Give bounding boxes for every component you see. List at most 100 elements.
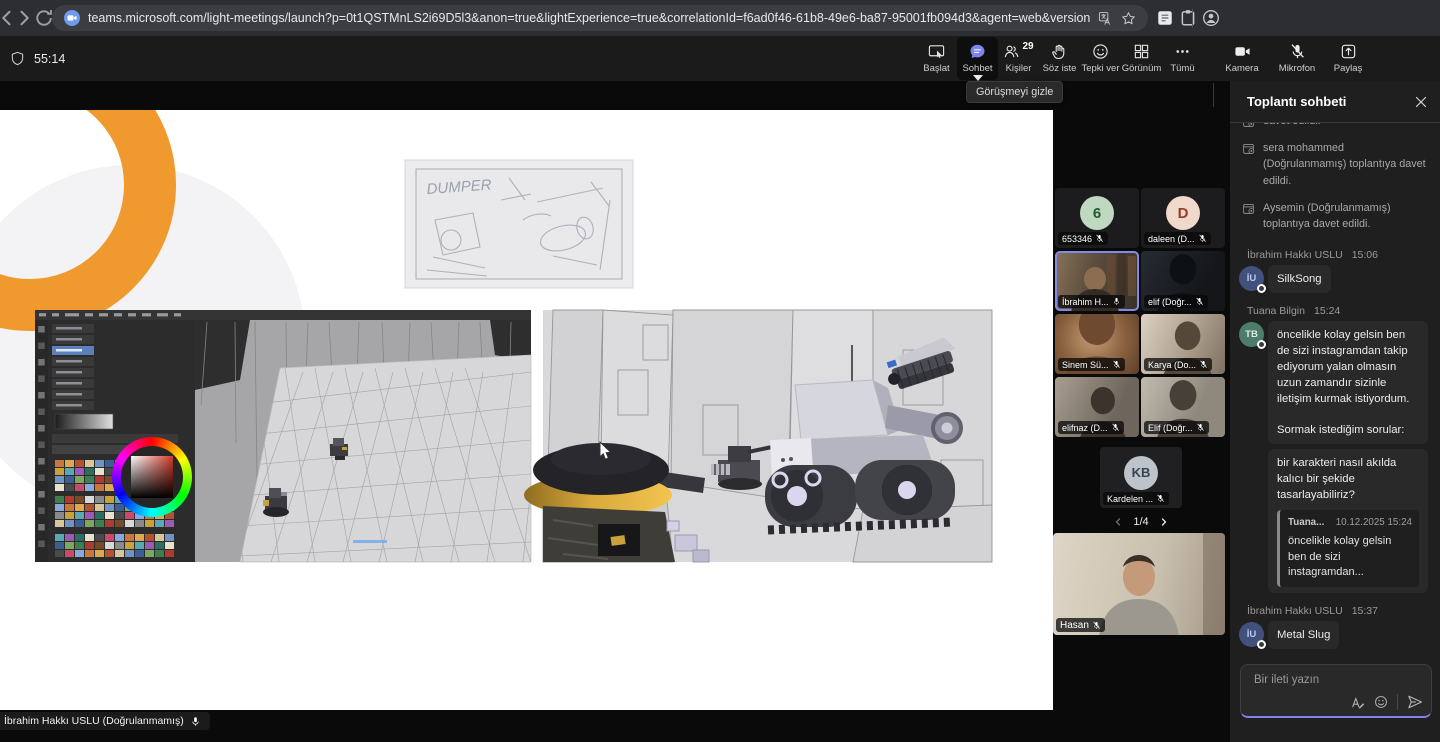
presenter-name-pill: İbrahim Hakkı USLU (Doğrulanmamış) [0,712,210,730]
people-icon [1003,43,1020,60]
mic-muted-icon [1289,43,1306,60]
participant-tile[interactable]: Elif (Doğr... [1141,377,1225,437]
calendar-add-icon [1242,123,1255,128]
chat-message-row: İU Metal Slug [1230,621,1440,649]
chrome-divider [1192,9,1193,27]
mic-on-icon [190,716,201,727]
raised-hand-icon [1051,43,1068,60]
sketch-panel: DUMPER [405,160,633,288]
more-button[interactable]: Tümü [1162,37,1203,80]
paint-app-screenshot [35,310,543,562]
send-icon[interactable] [1407,694,1423,710]
browser-toolbar: teams.microsoft.com/light-meetings/launc… [0,0,1440,36]
system-message: Aysemin (Doğrulanmamış) toplantıya davet… [1230,194,1440,237]
chat-bubble-icon [969,43,986,60]
address-bar[interactable]: teams.microsoft.com/light-meetings/launc… [52,5,1148,31]
message-bubble: bir karakteri nasıl akılda kalıcı bir şe… [1268,449,1428,592]
mic-muted-icon [1198,234,1207,243]
camera-icon [1234,43,1251,60]
participant-tile[interactable]: KB Kardelen ... [1100,447,1182,508]
teams-favicon-icon [64,10,80,26]
browser-forward-icon[interactable] [14,8,34,28]
render-screenshot [524,310,992,562]
present-icon [928,43,945,60]
url-text[interactable]: teams.microsoft.com/light-meetings/launc… [88,11,1090,25]
timer-text: 55:14 [34,52,65,66]
extension-clipboard-icon[interactable] [1179,9,1197,27]
extension-card-icon[interactable] [1156,9,1174,27]
mic-on-icon [1112,297,1121,306]
participant-tile[interactable]: elif (Doğr... [1141,251,1225,311]
camera-button[interactable]: Kamera [1220,37,1264,80]
avatar: KB [1124,456,1158,490]
mic-muted-icon [1196,423,1205,432]
share-button[interactable]: Paylaş [1328,37,1368,80]
chat-header: Toplantı sohbeti [1230,81,1440,123]
toolbar-divider [1213,83,1214,107]
message-input[interactable] [1252,673,1406,687]
mic-button[interactable]: Mikrofon [1274,37,1320,80]
react-button[interactable]: Tepki ver [1080,37,1121,80]
smiley-icon [1092,43,1109,60]
mic-muted-icon [1092,621,1101,630]
composer-divider [1397,694,1398,710]
view-button[interactable]: Görünüm [1121,37,1162,80]
pager-prev-icon[interactable] [1113,517,1123,527]
shared-screen-stage: DUMPER [0,110,1053,710]
format-icon[interactable] [1351,695,1365,709]
chat-message-row: İU SilkSong [1230,265,1440,293]
ellipsis-icon [1174,43,1191,60]
system-message-clipped: davet edildi. [1230,123,1440,134]
quoted-message: Tuana... 10.12.2025 15:24 öncelikle kola… [1277,510,1419,586]
shield-icon [10,51,25,66]
chat-message-list[interactable]: davet edildi. sera mohammed (Doğrulanmam… [1230,123,1440,652]
meeting-timer: 55:14 [10,36,65,81]
participant-tile[interactable]: Sinem Sü... [1055,314,1139,374]
grid-view-icon [1133,43,1150,60]
people-button[interactable]: 29 Kişiler [998,37,1039,80]
start-presenting-button[interactable]: Başlat [916,37,957,80]
translate-icon[interactable] [1098,11,1113,26]
system-message: sera mohammed (Doğrulanmamış) toplantıya… [1230,134,1440,194]
mic-muted-icon [1199,360,1208,369]
raise-hand-button[interactable]: Söz iste [1039,37,1080,80]
share-screen-icon [1340,43,1357,60]
emoji-icon[interactable] [1374,695,1388,709]
meeting-toolbar: 55:14 Başlat Sohbet 29 Kişiler Söz iste … [0,36,1440,81]
participant-tile[interactable]: Karya (Do... [1141,314,1225,374]
mic-muted-icon [1195,297,1204,306]
message-bubble: öncelikle kolay gelsin ben de sizi insta… [1268,321,1428,444]
avatar: TB [1239,322,1264,347]
mic-muted-icon [1156,494,1165,503]
profile-icon[interactable] [1202,9,1220,27]
shared-screen-content: DUMPER [0,110,1053,710]
bookmark-star-icon[interactable] [1121,11,1136,26]
message-composer[interactable] [1240,664,1432,718]
mic-muted-icon [1111,423,1120,432]
avatar: 6 [1080,196,1114,230]
message-meta: Tuana Bilgin15:24 [1247,305,1440,317]
participant-tile[interactable]: D daleen (D... [1141,188,1225,248]
participant-tile-spotlight[interactable]: Hasan [1053,533,1225,635]
pager-next-icon[interactable] [1159,517,1169,527]
chat-message-row: bir karakteri nasıl akılda kalıcı bir şe… [1230,449,1440,592]
hide-conversation-tooltip: Görüşmeyi gizle [966,81,1063,103]
mic-muted-icon [1095,234,1104,243]
avatar: D [1166,196,1200,230]
mic-muted-icon [1112,360,1121,369]
color-wheel [112,437,192,517]
participant-tile[interactable]: 6 653346 [1055,188,1139,248]
chat-button[interactable]: Sohbet [957,37,998,80]
teams-meeting-page: { "browser": { "url": "teams.microsoft.c… [0,0,1440,742]
chat-title: Toplantı sohbeti [1247,94,1346,109]
message-meta: İbrahim Hakkı USLU15:06 [1247,249,1440,261]
pager-label: 1/4 [1133,516,1148,528]
participant-tile-active-speaker[interactable]: İbrahim H... [1055,251,1139,311]
people-count-badge: 29 [1022,42,1033,52]
close-icon[interactable] [1414,95,1428,109]
calendar-add-icon [1242,202,1255,215]
chat-message-row: TB öncelikle kolay gelsin ben de sizi in… [1230,321,1440,444]
browser-reload-icon[interactable] [34,8,54,28]
meeting-chat-panel: Toplantı sohbeti davet edildi. sera moha… [1230,81,1440,742]
participant-tile[interactable]: elifnaz (D... [1055,377,1139,437]
